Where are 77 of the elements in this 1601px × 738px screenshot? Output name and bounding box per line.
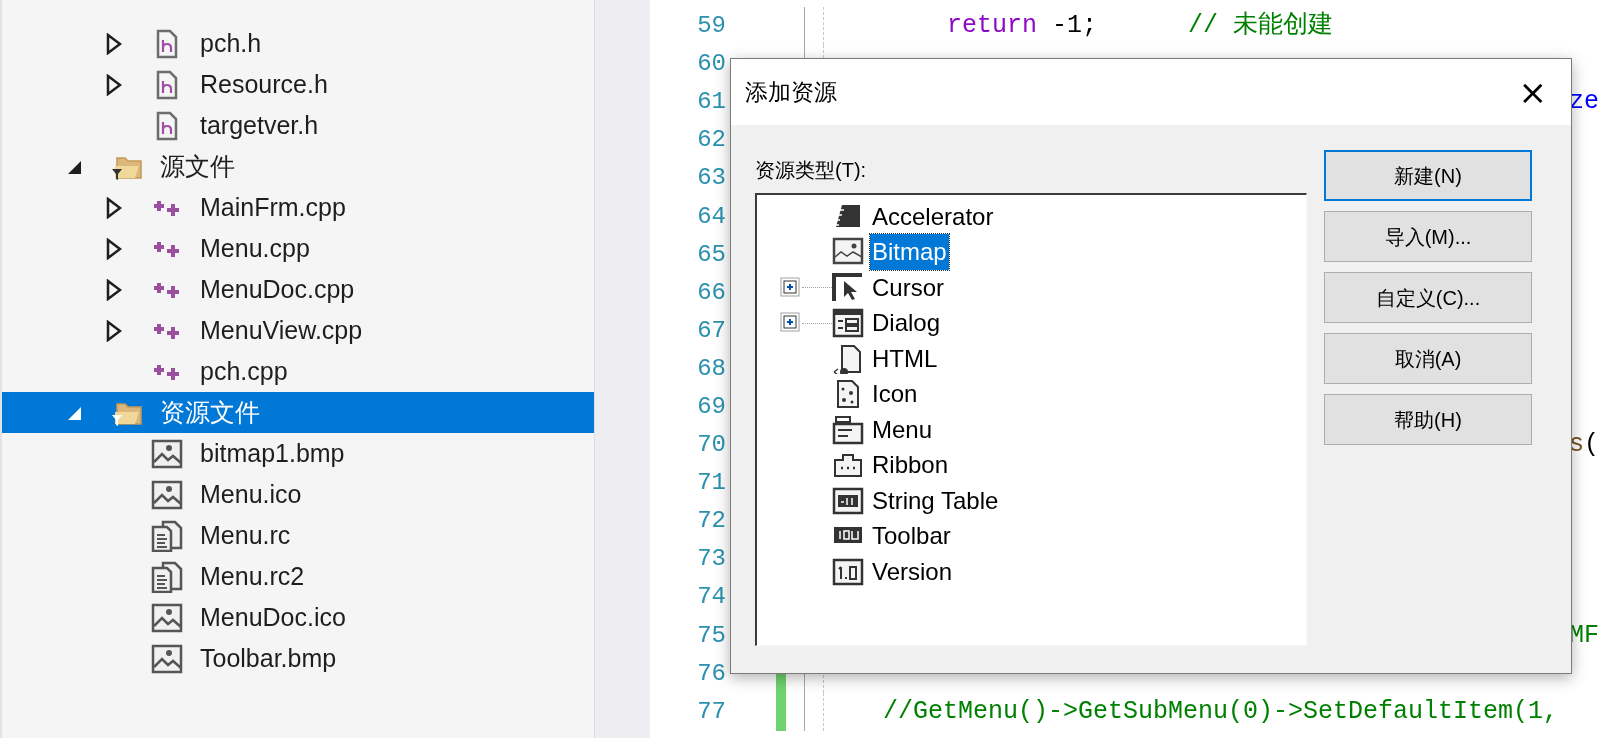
header-file-icon	[156, 69, 178, 100]
header-file-icon	[156, 110, 178, 141]
tree-item[interactable]: MenuView.cpp	[2, 310, 594, 351]
code-text: ze	[1569, 86, 1600, 119]
list-item[interactable]: Accelerator	[870, 198, 996, 235]
list-item[interactable]: Version	[870, 553, 955, 590]
version-icon	[832, 556, 864, 587]
web-page-icon	[832, 343, 864, 374]
list-item[interactable]: HTML	[870, 340, 940, 377]
line-number: 67	[696, 315, 726, 346]
line-number: 65	[696, 239, 726, 270]
line-number: 70	[696, 430, 726, 461]
dialog-button[interactable]: 帮助(H)	[1324, 394, 1532, 445]
tree-item[interactable]: Menu.rc	[2, 515, 594, 556]
tree-item[interactable]: Menu.rc2	[2, 556, 594, 597]
tree-item[interactable]: Menu.cpp	[2, 228, 594, 269]
code-text: -1;	[1051, 10, 1098, 43]
line-number: 61	[696, 87, 726, 118]
dialog-title: 添加资源	[745, 77, 837, 107]
list-item[interactable]: Ribbon	[870, 447, 951, 484]
line-number: 59	[696, 11, 726, 42]
selected-tree-item[interactable]: 资源文件	[2, 392, 594, 433]
resource-type-list[interactable]: Accelerator Bitmap Cursor Dialog HTML Icon Menu Ribbon String Table Toolbar Version	[755, 193, 1307, 646]
tree-item[interactable]: MenuDoc.cpp	[2, 269, 594, 310]
line-number: 75	[696, 620, 726, 651]
image-icon	[151, 602, 183, 633]
dialog-button[interactable]: 新建(N)	[1324, 150, 1532, 201]
list-label: 资源类型(T):	[755, 158, 868, 183]
list-item[interactable]: Cursor	[870, 269, 946, 306]
list-item[interactable]: Icon	[870, 376, 920, 413]
tree-item[interactable]: pch.h	[2, 23, 594, 64]
tree-item[interactable]: MainFrm.cpp	[2, 187, 594, 228]
image-icon	[151, 438, 183, 469]
list-item[interactable]: Dialog	[870, 305, 943, 342]
dialog-button[interactable]: 取消(A)	[1324, 333, 1532, 384]
line-number: 71	[696, 468, 726, 499]
code-text: // 未能创建	[1188, 10, 1334, 43]
line-number: 77	[696, 696, 726, 727]
code-text: //GetMenu()->GetSubMenu(0)->SetDefaultItem(1,	[883, 696, 1559, 728]
tree-item[interactable]: 源文件	[2, 146, 594, 187]
line-number: 72	[696, 506, 726, 537]
line-number: 62	[696, 125, 726, 156]
line-number: 66	[696, 277, 726, 308]
line-number: 69	[696, 392, 726, 422]
tree-item[interactable]: Resource.h	[2, 64, 594, 105]
cursor-icon	[832, 272, 864, 303]
line-number: 64	[696, 201, 726, 232]
tree-item[interactable]: targetver.h	[2, 105, 594, 146]
tree-item[interactable]: bitmap1.bmp	[2, 433, 594, 474]
image-icon	[151, 479, 183, 510]
tree-item[interactable]: MenuDoc.ico	[2, 597, 594, 638]
dialog-button[interactable]: 导入(M)...	[1324, 211, 1532, 262]
line-number: 68	[696, 353, 726, 384]
menu-icon	[832, 414, 864, 445]
line-number: 76	[696, 658, 726, 689]
tree-item[interactable]: Toolbar.bmp	[2, 638, 594, 679]
dialog-window-icon	[832, 308, 864, 339]
list-item[interactable]: Toolbar	[870, 518, 953, 555]
documents-icon	[151, 560, 183, 593]
close-button[interactable]: ×	[1514, 75, 1551, 109]
dialog-button[interactable]: 自定义(C)...	[1324, 272, 1532, 323]
list-item[interactable]: String Table	[870, 482, 1001, 519]
line-number: 60	[696, 49, 726, 80]
list-item[interactable]: Menu	[870, 411, 935, 448]
line-number: 73	[696, 544, 726, 575]
line-number: 63	[696, 163, 726, 194]
selected-list-item[interactable]: Bitmap	[870, 234, 949, 271]
header-file-icon	[156, 28, 178, 59]
splitter-bar[interactable]	[594, 0, 650, 738]
code-text: s(	[1568, 429, 1600, 462]
documents-icon	[151, 519, 183, 552]
code-text: return	[947, 10, 1037, 43]
image-icon	[151, 643, 183, 674]
tree-item[interactable]: pch.cpp	[2, 351, 594, 392]
tree-item[interactable]: Menu.ico	[2, 474, 594, 515]
line-number: 74	[696, 582, 726, 613]
text-field-icon	[832, 485, 864, 516]
